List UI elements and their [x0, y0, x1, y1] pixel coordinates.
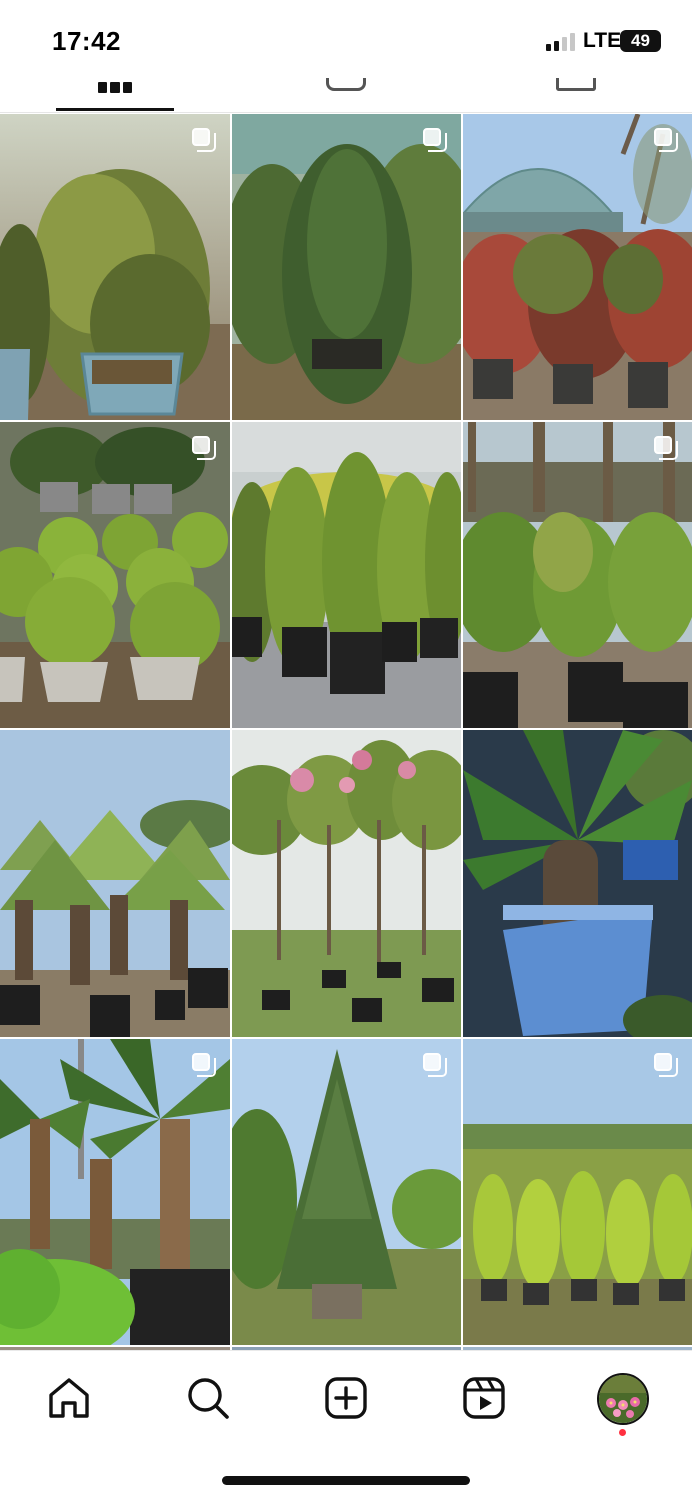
- post-thumbnail[interactable]: [232, 422, 461, 728]
- post-thumbnail[interactable]: [0, 422, 230, 728]
- home-icon: [49, 1378, 89, 1418]
- tagged-tab-icon: [556, 78, 596, 91]
- multiple-posts-icon: [192, 1053, 216, 1077]
- multiple-posts-icon: [423, 1053, 447, 1077]
- post-thumbnail[interactable]: [232, 114, 461, 420]
- clock: 17:42: [52, 26, 121, 56]
- tab-posts-grid[interactable]: [56, 78, 174, 113]
- reels-tab-icon: [326, 78, 366, 91]
- status-bar: 17:42 LTE 49: [0, 0, 692, 78]
- network-type: LTE: [583, 29, 622, 52]
- battery-icon: 49: [620, 30, 661, 52]
- post-image: [0, 422, 230, 728]
- reels-icon: [463, 1377, 505, 1419]
- create-post-icon: [325, 1377, 367, 1419]
- notification-dot: [619, 1429, 626, 1436]
- post-thumbnail[interactable]: [463, 422, 692, 728]
- multiple-posts-icon: [192, 128, 216, 152]
- tab-selected-indicator: [56, 108, 174, 111]
- post-thumbnail[interactable]: [0, 730, 230, 1037]
- post-image: [463, 422, 692, 728]
- search-icon: [188, 1378, 229, 1419]
- post-thumbnail[interactable]: [463, 114, 692, 420]
- avatar-image: [599, 1375, 647, 1423]
- tab-reels[interactable]: [316, 78, 376, 113]
- nav-reels[interactable]: [461, 1375, 507, 1421]
- post-image: [0, 730, 230, 1037]
- post-image: [463, 114, 692, 420]
- post-image: [463, 1039, 692, 1345]
- post-thumbnail[interactable]: [0, 114, 230, 420]
- post-thumbnail[interactable]: [0, 1039, 230, 1345]
- post-image: [0, 114, 230, 420]
- multiple-posts-icon: [654, 128, 678, 152]
- home-indicator[interactable]: [222, 1476, 470, 1485]
- post-thumbnail[interactable]: [232, 1039, 461, 1345]
- post-image: [463, 730, 692, 1037]
- multiple-posts-icon: [423, 128, 447, 152]
- nav-create[interactable]: [323, 1375, 369, 1421]
- bottom-nav: [0, 1350, 692, 1500]
- battery-level: 49: [631, 31, 650, 50]
- profile-avatar[interactable]: [597, 1373, 649, 1425]
- nav-home[interactable]: [46, 1375, 92, 1421]
- nav-search[interactable]: [185, 1375, 231, 1421]
- multiple-posts-icon: [192, 436, 216, 460]
- post-thumbnail[interactable]: [232, 730, 461, 1037]
- post-image: [232, 422, 461, 728]
- post-thumbnail[interactable]: [463, 730, 692, 1037]
- post-image: [232, 730, 461, 1037]
- profile-tabs: [0, 78, 692, 113]
- multiple-posts-icon: [654, 1053, 678, 1077]
- tab-tagged[interactable]: [546, 78, 606, 113]
- signal-strength-icon: [546, 33, 576, 51]
- post-image: [232, 1039, 461, 1345]
- post-image: [0, 1039, 230, 1345]
- multiple-posts-icon: [654, 436, 678, 460]
- grid-icon: [98, 82, 132, 93]
- post-image: [232, 114, 461, 420]
- post-thumbnail[interactable]: [463, 1039, 692, 1345]
